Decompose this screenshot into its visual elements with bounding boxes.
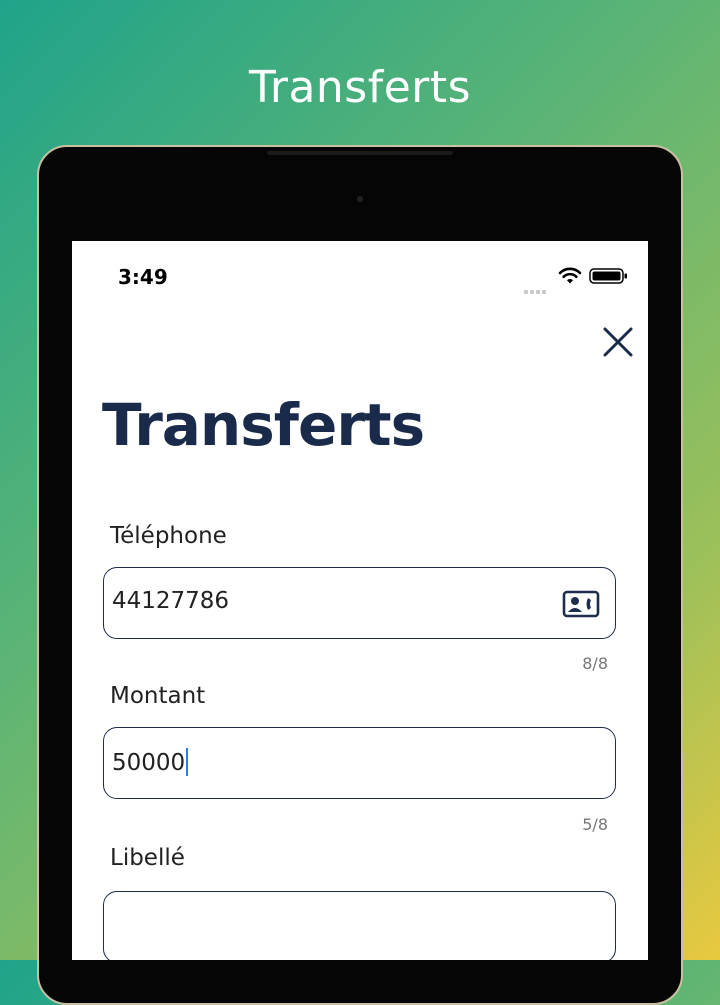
page-title: Transferts — [102, 391, 425, 459]
amount-counter: 5/8 — [582, 815, 608, 834]
battery-icon — [589, 268, 627, 284]
phone-field[interactable]: 44127786 — [103, 567, 616, 639]
amount-value-text: 50000 — [112, 750, 186, 776]
speaker-grille — [267, 151, 453, 155]
contact-card-icon[interactable] — [562, 590, 600, 618]
close-button[interactable] — [600, 324, 636, 360]
close-icon — [603, 327, 633, 357]
description-field[interactable] — [103, 891, 616, 960]
description-label: Libellé — [110, 845, 185, 871]
phone-label: Téléphone — [110, 523, 227, 549]
wifi-icon — [558, 267, 582, 284]
text-cursor — [186, 748, 189, 776]
amount-value: 50000 — [112, 748, 189, 776]
banner-title: Transferts — [248, 62, 472, 113]
status-time: 3:49 — [118, 265, 168, 289]
front-camera — [357, 196, 363, 202]
phone-value: 44127786 — [112, 588, 230, 614]
app-screen: 3:49 Transferts Téléphone 44127786 8/8 M… — [72, 241, 648, 960]
cellular-signal-icon — [524, 281, 550, 294]
phone-counter: 8/8 — [582, 654, 608, 673]
amount-field[interactable]: 50000 — [103, 727, 616, 799]
amount-label: Montant — [110, 683, 206, 709]
